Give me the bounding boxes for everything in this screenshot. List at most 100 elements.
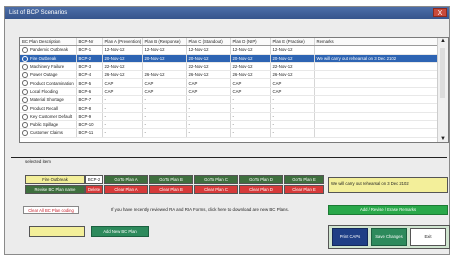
table-cell: BCP-1 [76, 45, 103, 55]
add-revise-remarks-button[interactable]: Add / Revise / Erase Remarks [328, 205, 448, 215]
radio-icon[interactable] [22, 130, 28, 137]
radio-icon[interactable] [22, 47, 28, 54]
radio-icon[interactable] [22, 63, 28, 70]
table-cell [314, 103, 439, 113]
table-cell: We will carry out rehearsal on 3 Dec 210… [314, 54, 439, 63]
revise-plan-name-button[interactable]: Revise BC Plan name [25, 185, 85, 194]
table-row[interactable]: Local Flooding BCP-6 CAP CAP CAP CAP CAP [20, 87, 439, 97]
selected-bcp-nr: BCP-2 [85, 175, 103, 184]
row-description: Key Customer Default [30, 113, 73, 119]
clear-plan-d-button[interactable]: Clear Plan D [239, 185, 283, 194]
table-cell [314, 128, 439, 138]
title-bar: List of BCP Scenarios X [5, 7, 449, 19]
close-button[interactable]: X [433, 8, 447, 17]
table-cell [314, 45, 439, 55]
add-new-plan-button[interactable]: Add New BC Plan [91, 226, 149, 237]
row-description: Material Shortage [30, 97, 64, 103]
column-header: Plan A (Prevention) [102, 38, 143, 47]
table-cell: - [142, 95, 187, 105]
radio-icon[interactable] [22, 97, 28, 103]
table-cell: Product Contamination [20, 78, 77, 88]
table-row[interactable]: Power Outage BCP-4 26-Nov-12 26-Nov-12 26-No… [20, 70, 439, 80]
table-cell: - [102, 128, 143, 138]
table-row[interactable]: Public Spillage BCP-10- - - - - [20, 120, 439, 130]
goto-plan-e-button[interactable]: GoTo Plan E [284, 175, 324, 184]
table-cell: BCP-9 [76, 112, 103, 121]
table-cell: - [270, 95, 315, 105]
table-cell: 20-Nov-12 [142, 54, 187, 63]
table-cell [142, 62, 187, 72]
table-cell: 20-Nov-12 [230, 54, 271, 63]
table-cell: - [230, 128, 271, 138]
table-row[interactable]: Material Shortage BCP-7- - - - - [20, 95, 439, 105]
table-row[interactable]: Pandemic Outbreak BCP-1 12-Nov-12 12-Nov-12… [20, 45, 439, 55]
clear-plan-a-button[interactable]: Clear Plan A [104, 185, 148, 194]
table-cell: CAP [230, 78, 271, 88]
radio-icon[interactable] [22, 113, 28, 120]
clear-plan-c-button[interactable]: Clear Plan C [194, 185, 238, 194]
table-cell: BCP-5 [76, 78, 103, 88]
table-cell: - [270, 112, 315, 121]
table-cell: 20-Nov-12 [186, 54, 231, 63]
goto-plan-a-button[interactable]: GoTo Plan A [104, 175, 148, 184]
table-cell: - [270, 128, 315, 138]
clear-plan-e-button[interactable]: Clear Plan E [284, 185, 324, 194]
exit-button[interactable]: Exit [410, 228, 446, 246]
table-cell: - [186, 128, 231, 138]
table-cell: BCP-4 [76, 70, 103, 80]
table-cell: Machinery Failure [20, 62, 77, 72]
scenario-list[interactable]: BC Plan Description BCP-Nr Plan A (Prevent… [19, 37, 449, 143]
table-cell: 26-Nov-12 [270, 70, 315, 80]
table-row[interactable]: Machinery Failure BCP-3 22-Nov-12 22-Nov-12… [20, 62, 439, 72]
print-caps-button[interactable]: Print CAPs [332, 228, 368, 246]
scroll-down-icon[interactable]: ▼ [440, 136, 446, 142]
table-cell: Customer Claims [20, 128, 77, 138]
table-cell: 22-Nov-12 [230, 62, 271, 72]
table-cell: CAP [270, 87, 315, 97]
table-cell: Pandemic Outbreak [20, 45, 77, 55]
table-row[interactable]: Key Customer Default BCP-9- - - - - [20, 112, 439, 121]
table-row[interactable]: Product Recall BCP-8- - - - - [20, 103, 439, 113]
scroll-thumb[interactable] [440, 48, 445, 98]
radio-icon[interactable] [22, 55, 28, 62]
list-scrollbar[interactable]: ▲ ▼ [437, 38, 448, 142]
table-cell: 26-Nov-12 [230, 70, 271, 80]
table-cell [314, 78, 439, 88]
table-cell: 20-Nov-12 [270, 54, 315, 63]
radio-icon[interactable] [22, 72, 28, 78]
table-cell: CAP [142, 78, 187, 88]
table-cell: 22-Nov-12 [102, 62, 143, 72]
column-header: Plan D (NIP) [230, 38, 271, 47]
table-row[interactable]: Fire Outbreak BCP-2 20-Nov-12 20-Nov-12 20-N… [20, 54, 439, 63]
goto-plan-c-button[interactable]: GoTo Plan C [194, 175, 238, 184]
row-description: Product Contamination [30, 80, 74, 86]
table-cell: Local Flooding [20, 87, 77, 97]
delete-button[interactable]: Delete [85, 185, 103, 194]
table-cell [314, 70, 439, 80]
row-description: Local Flooding [30, 88, 58, 94]
table-row[interactable]: Product Contamination BCP-5 CAP CAP CAP CAP CA… [20, 78, 439, 88]
table-cell: - [102, 103, 143, 113]
column-header: BCP-Nr [76, 38, 103, 47]
radio-icon[interactable] [22, 88, 28, 95]
table-cell: - [142, 112, 187, 121]
column-header: BC Plan Description [20, 38, 77, 47]
goto-plan-b-button[interactable]: GoTo Plan B [149, 175, 193, 184]
table-row[interactable]: Customer Claims BCP-11- - - - - [20, 128, 439, 138]
radio-icon[interactable] [22, 105, 28, 112]
table-header-row: BC Plan Description BCP-Nr Plan A (Prevent… [20, 38, 439, 47]
goto-plan-d-button[interactable]: GoTo Plan D [239, 175, 283, 184]
scroll-up-icon[interactable]: ▲ [440, 38, 446, 44]
clear-all-coding-button[interactable]: Clear All BC Plan coding [23, 206, 79, 214]
bcp-scenarios-window: List of BCP Scenarios X BC Plan Descript… [4, 6, 450, 255]
save-changes-button[interactable]: Save Changes [371, 228, 407, 246]
radio-icon[interactable] [22, 80, 28, 87]
table-cell: Fire Outbreak [20, 54, 77, 63]
radio-icon[interactable] [22, 121, 28, 128]
row-description: Pandemic Outbreak [30, 47, 68, 53]
clear-plan-b-button[interactable]: Clear Plan B [149, 185, 193, 194]
download-note[interactable]: If you have recently reviewed RA and RIA… [111, 207, 289, 212]
table-cell [314, 87, 439, 97]
table-cell [314, 95, 439, 105]
new-plan-name-input[interactable] [29, 226, 85, 237]
